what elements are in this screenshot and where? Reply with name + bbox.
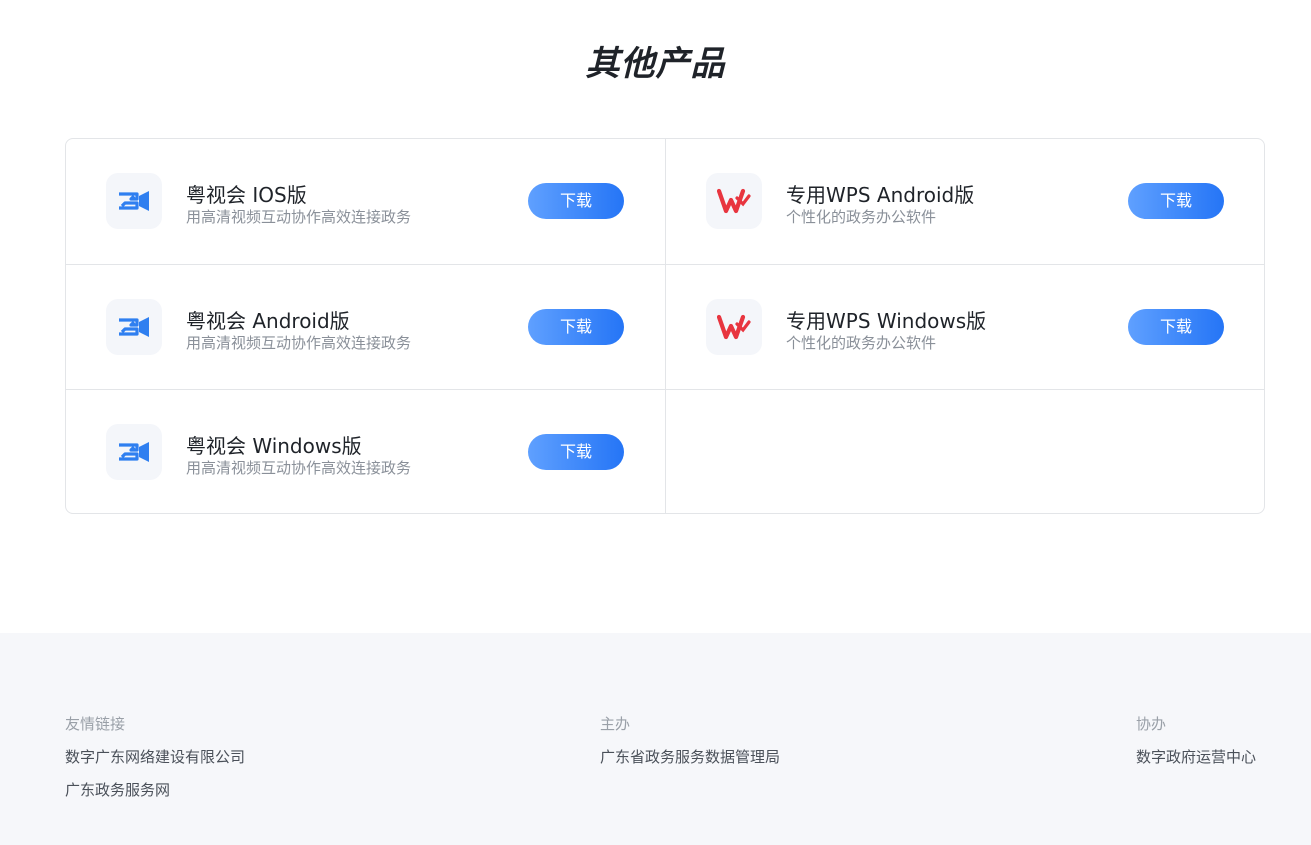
product-name: 粤视会 Windows版 (186, 434, 362, 458)
video-conference-icon (106, 299, 162, 355)
product-description: 用高清视频互动协作高效连接政务 (186, 208, 412, 226)
footer-heading: 主办 (600, 715, 631, 733)
footer-friends-links: 友情链接 数字广东网络建设有限公司 广东政务服务网 (65, 713, 245, 800)
product-grid: 粤视会 IOS版 用高清视频互动协作高效连接政务 下载 专用WPS Androi… (65, 138, 1265, 514)
wps-icon (706, 173, 762, 229)
footer-heading: 友情链接 (65, 715, 126, 733)
product-description: 个性化的政务办公软件 (786, 208, 937, 226)
product-description: 用高清视频互动协作高效连接政务 (186, 459, 412, 477)
footer-link[interactable]: 广东政务服务网 (65, 779, 245, 800)
product-description: 用高清视频互动协作高效连接政务 (186, 334, 412, 352)
footer-host: 主办 广东省政务服务数据管理局 (600, 713, 780, 767)
footer-co-organizer: 协办 数字政府运营中心 (1136, 713, 1256, 767)
download-button[interactable]: 下载 (1128, 309, 1224, 345)
wps-icon (706, 299, 762, 355)
section-title: 其他产品 (585, 44, 726, 84)
download-button[interactable]: 下载 (528, 309, 624, 345)
empty-cell (665, 389, 1264, 513)
footer-link[interactable]: 数字广东网络建设有限公司 (65, 746, 245, 767)
product-name: 专用WPS Windows版 (786, 309, 987, 333)
product-card: 专用WPS Windows版 个性化的政务办公软件 下载 (665, 264, 1264, 389)
video-conference-icon (106, 424, 162, 480)
product-name: 粤视会 IOS版 (186, 183, 307, 207)
footer: 友情链接 数字广东网络建设有限公司 广东政务服务网 主办 广东省政务服务数据管理… (0, 633, 1311, 845)
download-button[interactable]: 下载 (1128, 183, 1224, 219)
product-card: 粤视会 IOS版 用高清视频互动协作高效连接政务 下载 (66, 139, 666, 264)
product-name: 专用WPS Android版 (786, 183, 975, 207)
page: 其他产品 粤视会 IOS版 用高清视频互动协作高效连接政务 下载 专用WPS A… (0, 0, 1311, 845)
video-conference-icon (106, 173, 162, 229)
footer-link[interactable]: 广东省政务服务数据管理局 (600, 746, 780, 767)
download-button[interactable]: 下载 (528, 183, 624, 219)
product-card: 粤视会 Windows版 用高清视频互动协作高效连接政务 下载 (66, 389, 666, 513)
footer-link[interactable]: 数字政府运营中心 (1136, 746, 1256, 767)
download-button[interactable]: 下载 (528, 434, 624, 470)
product-name: 粤视会 Android版 (186, 309, 350, 333)
product-card: 专用WPS Android版 个性化的政务办公软件 下载 (665, 139, 1264, 264)
product-description: 个性化的政务办公软件 (786, 334, 937, 352)
footer-heading: 协办 (1136, 715, 1167, 733)
product-card: 粤视会 Android版 用高清视频互动协作高效连接政务 下载 (66, 264, 666, 389)
